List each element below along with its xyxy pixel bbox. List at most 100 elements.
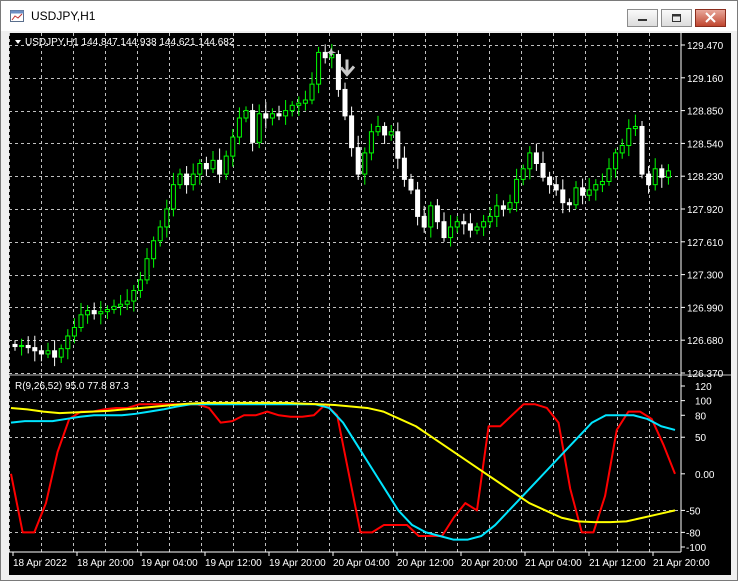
candle-body: [573, 187, 579, 206]
candle-body: [646, 173, 652, 186]
indicator-scale-label: 120: [695, 382, 712, 393]
candle-body: [355, 147, 361, 175]
candle-body: [395, 131, 401, 159]
candle-body: [104, 309, 110, 313]
candle-body: [190, 173, 196, 186]
candlesticks: [12, 43, 671, 367]
close-button[interactable]: [695, 9, 726, 27]
candle-body: [448, 226, 454, 239]
candle-body: [481, 221, 487, 228]
candle-body: [25, 344, 31, 349]
candle-body: [527, 152, 533, 170]
candle-body: [540, 163, 546, 178]
main-chart-header: USDJPY,H1 144.847 144.938 144.621 144.68…: [25, 37, 235, 48]
candle-body: [659, 168, 665, 178]
candle-body: [32, 347, 38, 352]
price-label: 128.850: [687, 107, 724, 118]
candle-body: [388, 131, 394, 136]
price-label: 126.990: [687, 303, 724, 314]
indicator-scale-label: -50: [686, 506, 701, 517]
candle-body: [500, 205, 506, 210]
indicator-scale-label: 0.00: [695, 470, 715, 481]
candle-body: [12, 343, 18, 348]
time-label: 19 Apr 04:00: [141, 558, 198, 569]
time-label: 18 Apr 2022: [13, 558, 67, 569]
candle-body: [566, 202, 572, 206]
candle-body: [382, 125, 388, 136]
candle-body: [467, 223, 473, 231]
candle-body: [494, 205, 500, 217]
indicator-series-line: [10, 401, 676, 524]
indicator-header: R(9,26,52) 95.0 77.8 87.3: [15, 381, 129, 392]
restore-icon: [672, 14, 681, 22]
candle-body: [302, 99, 308, 104]
indicator-scale-label: 100: [695, 397, 712, 408]
candle-body: [415, 189, 421, 217]
indicator-series-line: [10, 403, 676, 541]
price-label: 127.610: [687, 238, 724, 249]
time-label: 20 Apr 12:00: [397, 558, 454, 569]
candle-body: [276, 113, 282, 117]
candle-body: [461, 221, 467, 225]
price-label: 129.470: [687, 41, 724, 52]
candle-body: [124, 300, 130, 305]
candle-body: [283, 110, 289, 117]
candle-body: [454, 221, 460, 228]
candle-body: [599, 180, 605, 186]
candle-body: [335, 54, 341, 90]
time-label: 21 Apr 12:00: [589, 558, 646, 569]
time-label: 20 Apr 04:00: [333, 558, 390, 569]
price-label: 128.230: [687, 172, 724, 183]
terminal-window: USDJPY,H1 129.470 129.160 128.850 128.540 12…: [0, 0, 738, 581]
indicator-scale-label: -100: [686, 543, 706, 554]
title-bar[interactable]: USDJPY,H1: [1, 1, 737, 31]
indicator-scale-label: -80: [686, 528, 701, 539]
chart-header-triangle-icon[interactable]: [15, 40, 21, 44]
candle-body: [421, 215, 427, 228]
price-label: 127.300: [687, 271, 724, 282]
time-label: 19 Apr 20:00: [269, 558, 326, 569]
candle-body: [560, 189, 566, 204]
candle-body: [408, 178, 414, 191]
candle-body: [665, 170, 671, 178]
candle-body: [613, 152, 619, 170]
candle-body: [177, 173, 183, 186]
candle-body: [547, 176, 553, 186]
chart-area[interactable]: 129.470 129.160 128.850 128.540 128.230 127.9…: [9, 33, 731, 575]
candle-body: [368, 131, 374, 154]
candle-body: [263, 113, 269, 119]
price-label: 126.370: [687, 369, 724, 380]
candle-body: [626, 128, 632, 147]
candle-body: [71, 327, 77, 337]
candle-body: [507, 202, 513, 210]
candle-body: [203, 163, 209, 170]
price-label: 127.920: [687, 205, 724, 216]
candle-body: [243, 110, 249, 119]
time-label: 20 Apr 20:00: [461, 558, 518, 569]
candle-body: [586, 189, 592, 196]
maximize-button[interactable]: [661, 9, 692, 27]
chart-canvas[interactable]: 129.470 129.160 128.850 128.540 128.230 127.9…: [9, 33, 731, 575]
candle-body: [632, 125, 638, 130]
candle-body: [78, 314, 84, 329]
minimize-button[interactable]: [627, 9, 658, 27]
candle-body: [217, 159, 223, 175]
candle-body: [111, 305, 117, 311]
candle-body: [45, 350, 51, 355]
candle-body: [144, 258, 150, 281]
candle-body: [514, 178, 520, 204]
time-axis: 18 Apr 2022 18 Apr 20:00 19 Apr 04:00 19 Ap…: [12, 552, 710, 569]
time-label: 21 Apr 20:00: [653, 558, 710, 569]
candle-body: [289, 104, 295, 112]
candle-body: [19, 344, 25, 348]
candle-body: [184, 173, 190, 186]
price-label: 128.540: [687, 139, 724, 150]
candle-body: [118, 303, 124, 307]
price-label: 126.680: [687, 336, 724, 347]
price-label: 129.160: [687, 74, 724, 85]
candle-body: [401, 157, 407, 180]
candle-body: [98, 311, 104, 315]
candle-body: [137, 279, 143, 291]
candle-body: [85, 310, 91, 316]
time-label: 18 Apr 20:00: [77, 558, 134, 569]
